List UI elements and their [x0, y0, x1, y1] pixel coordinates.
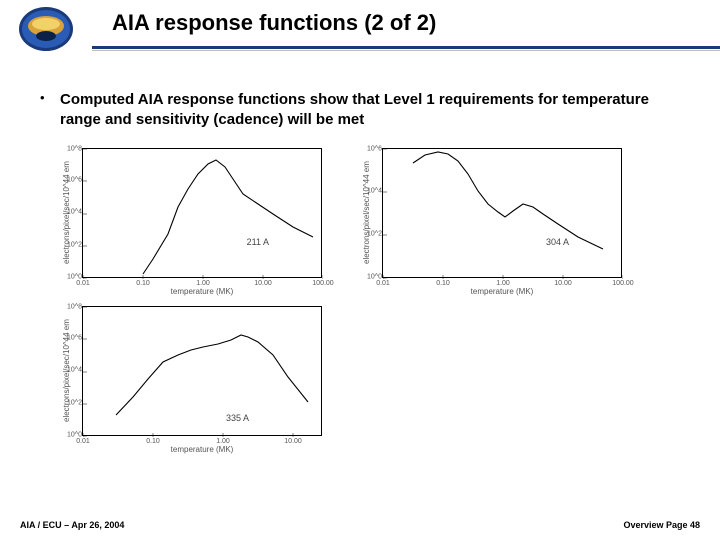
xtick: 100.00 [612, 280, 633, 287]
chart-line-icon [83, 307, 323, 437]
xtick: 0.10 [146, 438, 160, 445]
xtick: 100.00 [312, 280, 333, 287]
header-divider [92, 46, 720, 50]
footer-left: AIA / ECU – Apr 26, 2004 [20, 520, 124, 530]
slide-title: AIA response functions (2 of 2) [112, 10, 436, 36]
chart-annotation: 335 A [226, 413, 249, 423]
chart-211a: electrons/pixel/sec/10^44 em 211 A 10^0 … [82, 148, 322, 278]
xtick: 10.00 [254, 280, 272, 287]
chart-plotbox: 211 A 10^0 10^2 10^4 10^6 10^8 0.01 0.10… [82, 148, 322, 278]
slide: AIA response functions (2 of 2) • Comput… [0, 0, 720, 540]
ytick: 10^4 [67, 209, 82, 216]
xtick: 0.10 [136, 280, 150, 287]
ytick: 10^4 [367, 188, 382, 195]
ytick: 10^4 [67, 367, 82, 374]
xtick: 1.00 [496, 280, 510, 287]
chart-304a: electrons/pixel/sec/10^44 em 304 A 10^0 … [382, 148, 622, 278]
bullet-marker: • [40, 90, 60, 129]
chart-line-icon [383, 149, 623, 279]
ytick: 10^8 [67, 146, 82, 153]
xtick: 10.00 [284, 438, 302, 445]
bullet-item: • Computed AIA response functions show t… [40, 90, 680, 129]
chart-annotation: 304 A [546, 237, 569, 247]
mission-logo-icon [18, 6, 74, 52]
chart-ylabel: electrons/pixel/sec/10^44 em [362, 148, 371, 278]
chart-xlabel: temperature (MK) [382, 287, 622, 296]
chart-line-icon [83, 149, 323, 279]
xtick: 0.01 [76, 438, 90, 445]
xtick: 1.00 [216, 438, 230, 445]
footer-right: Overview Page 48 [623, 520, 700, 530]
ytick: 10^2 [67, 400, 82, 407]
chart-plotbox: 335 A 10^0 10^2 10^4 10^6 10^8 0.01 0.10… [82, 306, 322, 436]
chart-xlabel: temperature (MK) [82, 445, 322, 454]
chart-plotbox: 304 A 10^0 10^2 10^4 10^6 0.01 0.10 1.00… [382, 148, 622, 278]
ytick: 10^2 [367, 231, 382, 238]
chart-annotation: 211 A [247, 237, 269, 247]
ytick: 10^2 [67, 242, 82, 249]
slide-header: AIA response functions (2 of 2) [0, 0, 720, 58]
charts-area: electrons/pixel/sec/10^44 em 211 A 10^0 … [60, 148, 660, 436]
xtick: 0.01 [76, 280, 90, 287]
ytick: 10^6 [367, 146, 382, 153]
xtick: 0.10 [436, 280, 450, 287]
ytick: 10^6 [67, 177, 82, 184]
chart-335a: electrons/pixel/sec/10^44 em 335 A 10^0 … [82, 306, 322, 436]
xtick: 10.00 [554, 280, 572, 287]
xtick: 0.01 [376, 280, 390, 287]
ytick: 10^8 [67, 304, 82, 311]
chart-xlabel: temperature (MK) [82, 287, 322, 296]
xtick: 1.00 [196, 280, 210, 287]
bullet-text: Computed AIA response functions show tha… [60, 90, 680, 129]
ytick: 10^6 [67, 335, 82, 342]
